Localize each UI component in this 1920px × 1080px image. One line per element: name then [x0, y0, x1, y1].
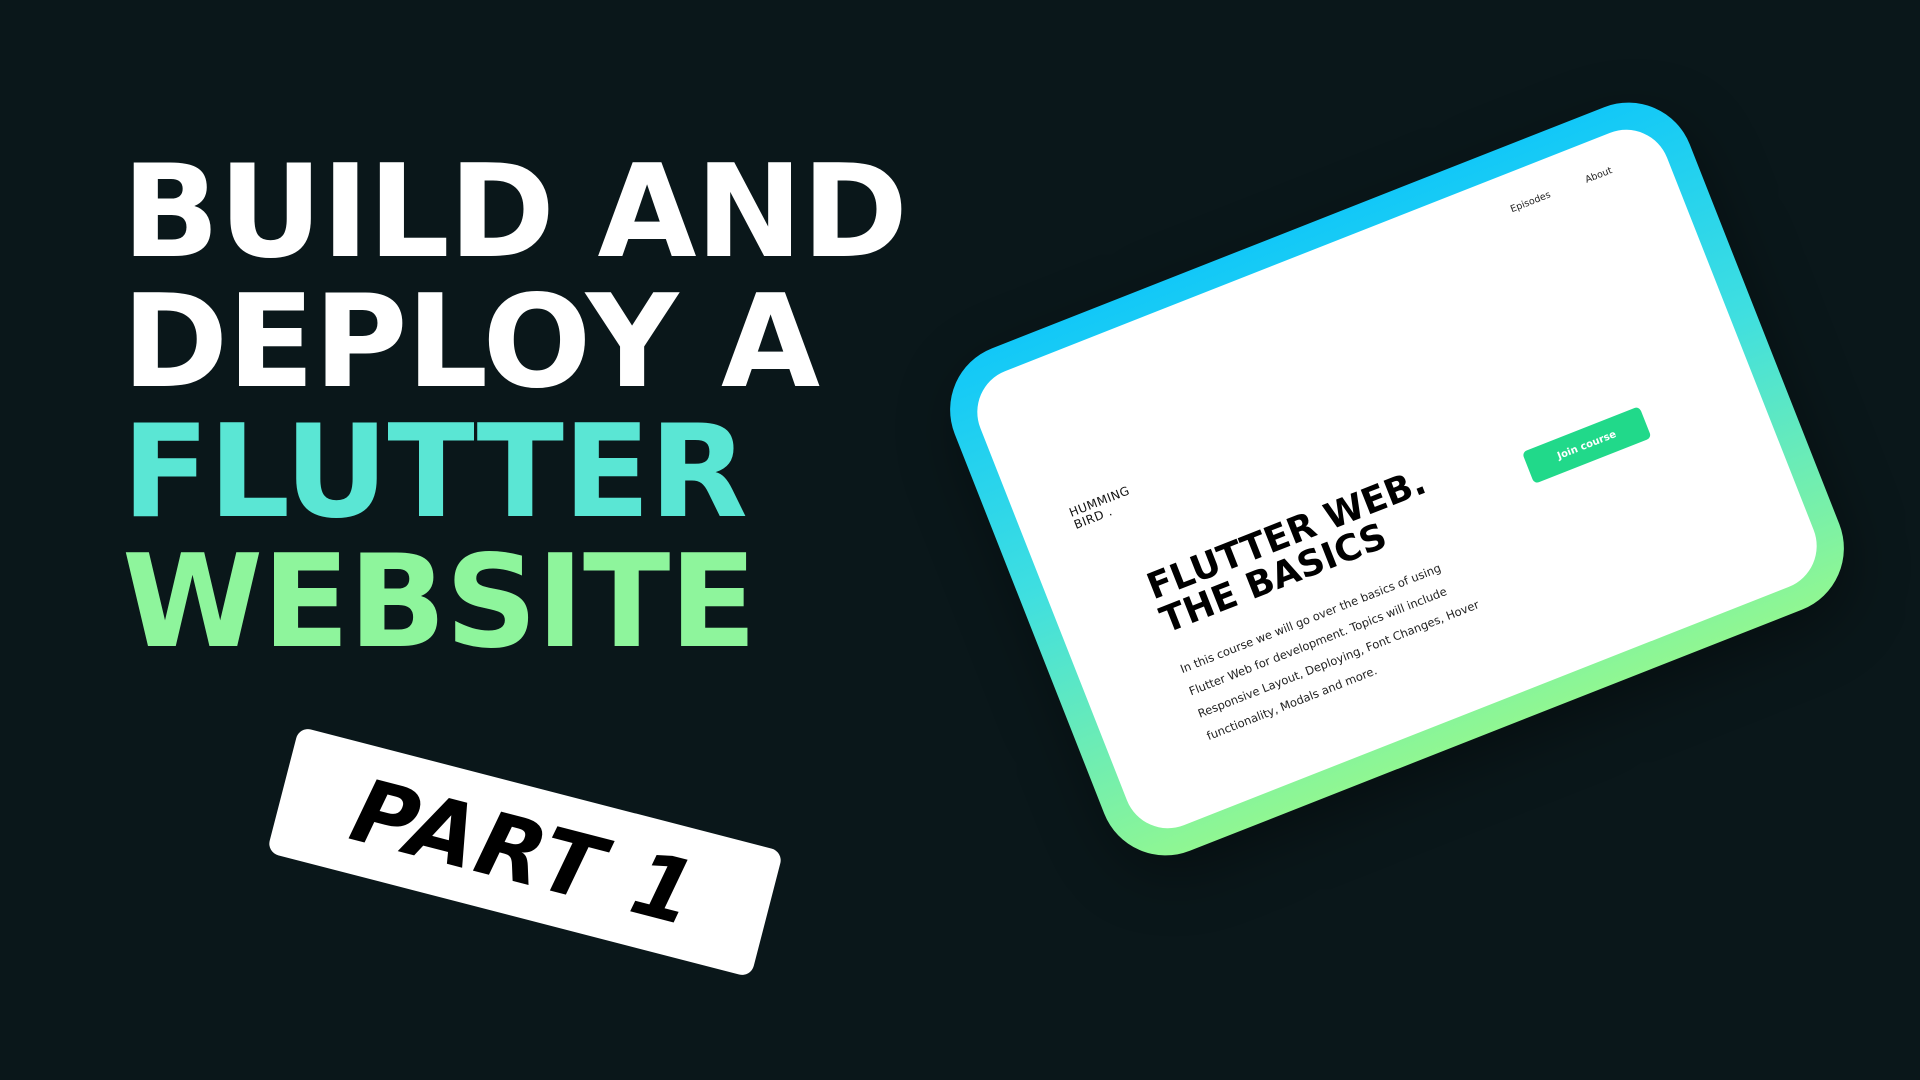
part-badge-label: PART 1 — [341, 758, 709, 946]
thumbnail-canvas: BUILD AND DEPLOY A FLUTTER WEBSITE PART … — [0, 0, 1920, 1080]
nav-link-about[interactable]: About — [1584, 165, 1614, 186]
headline-line-2: DEPLOY A — [122, 268, 820, 417]
headline-line-4: WEBSITE — [122, 528, 757, 677]
tablet-mockup: HUMMING BIRD . Episodes About FLUTTER WE… — [930, 83, 1864, 875]
join-course-button[interactable]: Join course — [1521, 406, 1652, 484]
site-logo[interactable]: HUMMING BIRD . — [1067, 483, 1137, 532]
tablet-screen: HUMMING BIRD . Episodes About FLUTTER WE… — [964, 116, 1830, 842]
headline-line-1: BUILD AND — [122, 138, 908, 287]
site-nav: Episodes About — [1509, 165, 1614, 215]
headline-line-3: FLUTTER — [122, 398, 748, 547]
part-badge: PART 1 — [266, 726, 784, 978]
nav-link-episodes[interactable]: Episodes — [1509, 189, 1552, 215]
headline: BUILD AND DEPLOY A FLUTTER WEBSITE — [122, 138, 908, 677]
